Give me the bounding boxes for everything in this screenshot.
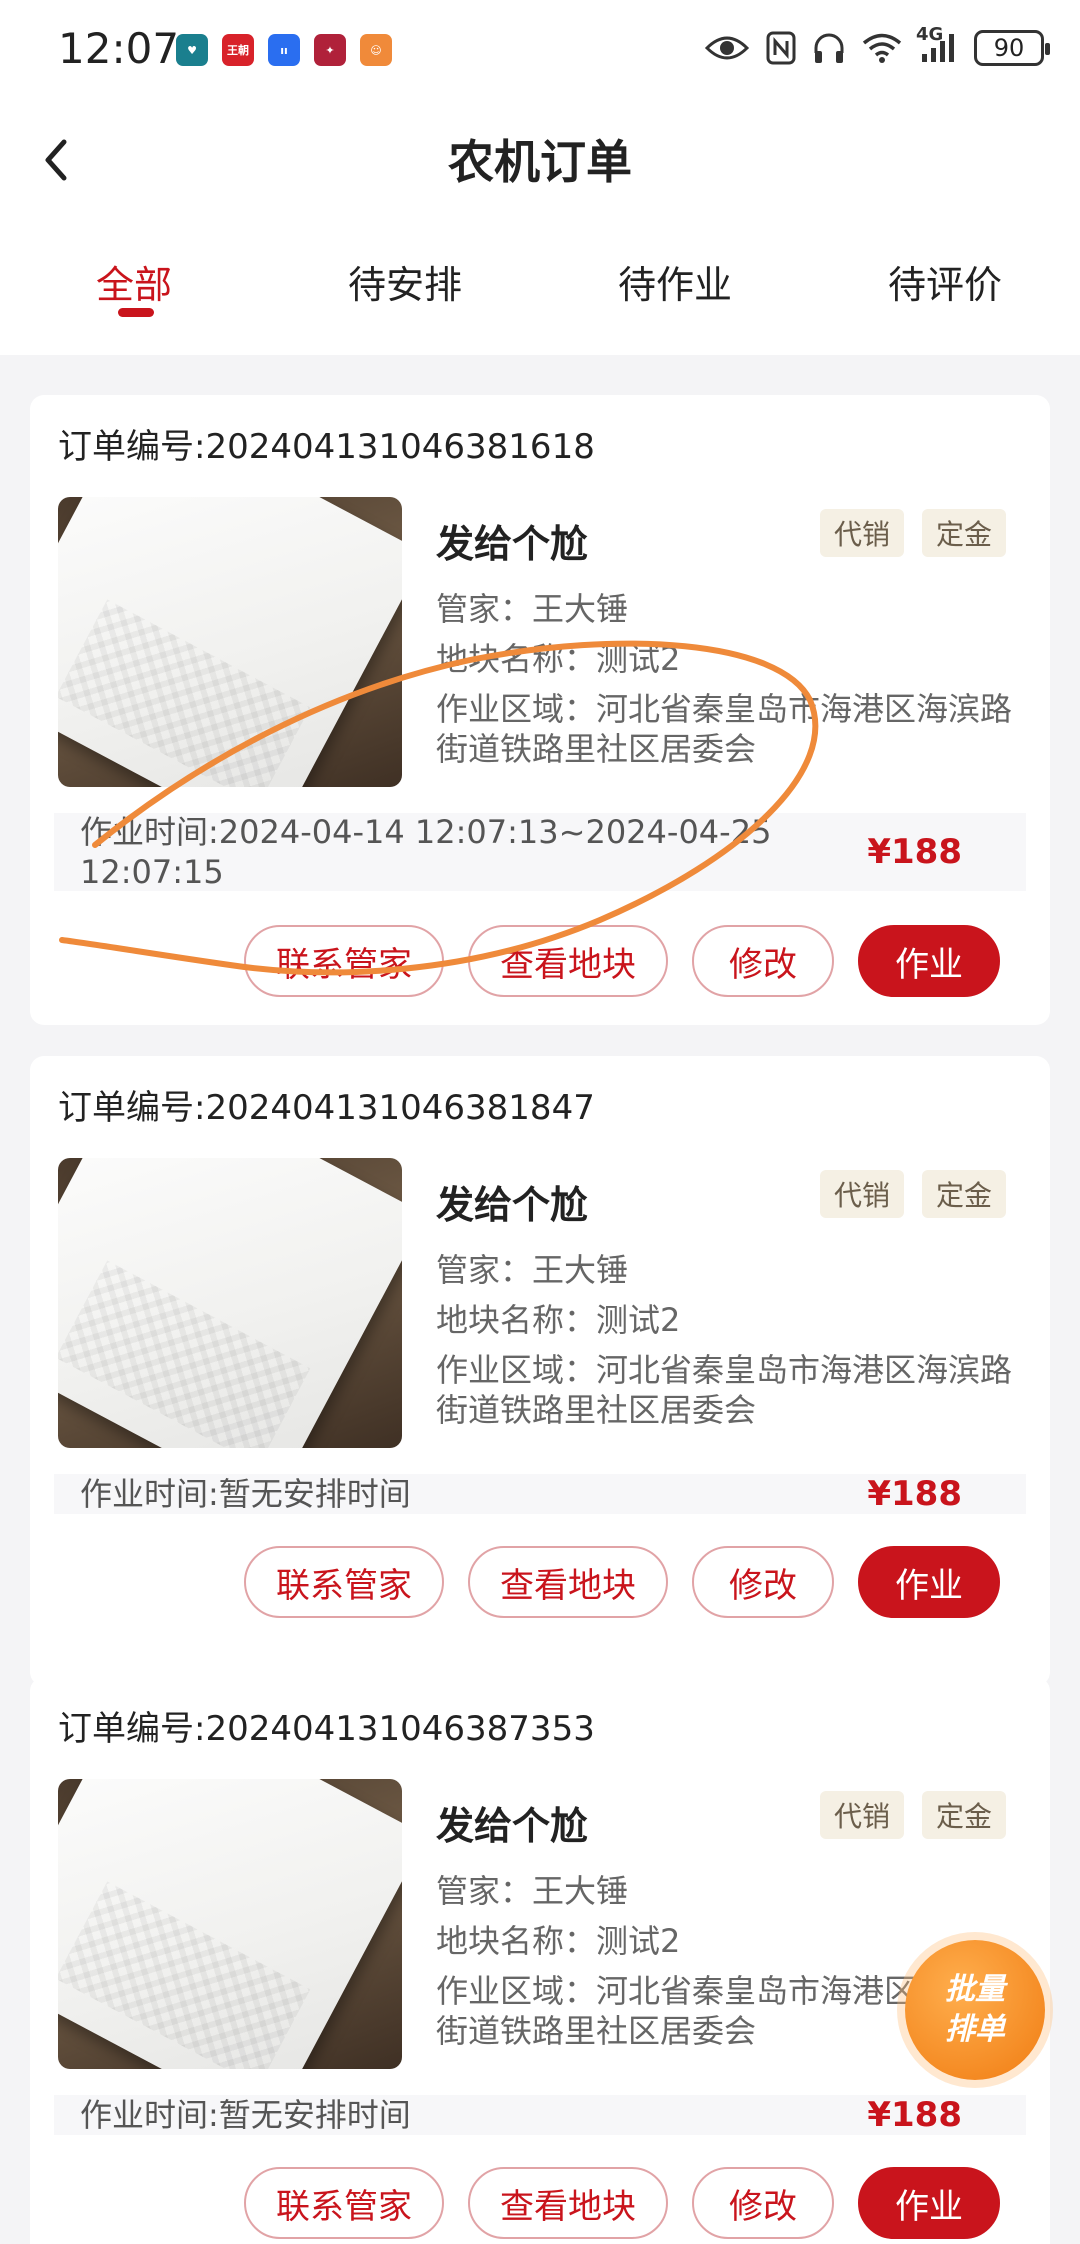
network-type-label: 4G (916, 24, 944, 45)
view-plot-button[interactable]: 查看地块 (468, 1546, 668, 1618)
active-tab-indicator (118, 308, 154, 317)
battery-icon: 90 (974, 30, 1050, 66)
tab-pending-arrangement[interactable]: 待安排 (348, 254, 462, 309)
work-button[interactable]: 作业 (858, 925, 1000, 997)
work-area-text: 作业区域：河北省秦皇岛市海港区海滨路街道铁路里社区居委会 (436, 1351, 1013, 1429)
view-plot-button[interactable]: 查看地块 (468, 2167, 668, 2239)
health-app-icon: ♥ (176, 34, 208, 66)
product-name: 发给个尬 (436, 522, 589, 566)
tab-all[interactable]: 全部 (96, 254, 172, 309)
work-time-row: 作业时间:暂无安排时间 ¥188 (54, 2095, 1026, 2135)
status-bar: 12:07 ♥ 王朝 ıı ✦ ☺ 4G 90 (0, 0, 1080, 100)
tag-consignment: 代销 (820, 509, 905, 557)
tag-deposit: 定金 (922, 1791, 1007, 1839)
manager-info: 管家：王大锤 (436, 1251, 629, 1289)
status-time: 12:07 (58, 24, 180, 73)
batch-schedule-label-line1: 批量 (945, 1972, 1005, 2007)
product-name: 发给个尬 (436, 1804, 589, 1848)
order-number: 订单编号:20240413104638184‌7 (58, 1088, 595, 1128)
page-title: 农机订单 (448, 135, 632, 189)
batch-schedule-button[interactable]: 批量 排单 (905, 1940, 1045, 2080)
work-time-row: 作业时间:暂无安排时间 ¥188 (54, 1474, 1026, 1514)
notification-app-icons: ♥ 王朝 ıı ✦ ☺ (176, 34, 392, 66)
order-number: 订单编号:20240413104638161‌8 (58, 427, 595, 467)
order-price: ¥188 (867, 832, 962, 872)
product-image[interactable] (58, 1158, 402, 1448)
tag-consignment: 代销 (820, 1170, 905, 1218)
work-time-text: 作业时间:暂无安排时间 (80, 2096, 411, 2134)
tab-pending-review[interactable]: 待评价 (888, 254, 1002, 309)
wangchao-app-icon: 王朝 (222, 34, 254, 66)
view-plot-button[interactable]: 查看地块 (468, 925, 668, 997)
tag-consignment: 代销 (820, 1791, 905, 1839)
work-area-text: 作业区域：河北省秦皇岛市海港区海滨路街道铁路里社区居委会 (436, 690, 1013, 768)
tab-pending-work[interactable]: 待作业 (618, 254, 732, 309)
eye-icon (704, 33, 750, 63)
manager-info: 管家：王大锤 (436, 1872, 629, 1910)
game-app-icon: ✦ (314, 34, 346, 66)
contact-manager-button[interactable]: 联系管家 (244, 925, 444, 997)
order-price: ¥188 (867, 1474, 962, 1514)
work-button[interactable]: 作业 (858, 2167, 1000, 2239)
work-time-row: 作业时间:2024-04-14 12:07:13~2024-04-25 12:0… (54, 813, 1026, 891)
shop-app-icon: ☺ (360, 34, 392, 66)
order-status-tabs: 全部 待安排 待作业 待评价 (0, 220, 1080, 355)
tag-deposit: 定金 (922, 1170, 1007, 1218)
order-card: 订单编号:20240413104638184‌7 发给个尬 代销 定金 管家：王… (30, 1056, 1050, 1686)
contact-manager-button[interactable]: 联系管家 (244, 1546, 444, 1618)
order-number: 订单编号:20240413104638735‌3 (58, 1709, 595, 1749)
contact-manager-button[interactable]: 联系管家 (244, 2167, 444, 2239)
plot-name-info: 地块名称：测试2 (436, 1922, 681, 1960)
product-name: 发给个尬 (436, 1183, 589, 1227)
plot-name-info: 地块名称：测试2 (436, 1301, 681, 1339)
plot-name-info: 地块名称：测试2 (436, 640, 681, 678)
edit-button[interactable]: 修改 (692, 925, 834, 997)
edit-button[interactable]: 修改 (692, 1546, 834, 1618)
nfc-icon (766, 31, 796, 65)
work-time-text: 作业时间:暂无安排时间 (80, 1475, 411, 1513)
order-card: 订单编号:20240413104638161‌8 发给个尬 代销 定金 管家：王… (30, 395, 1050, 1025)
navigation-bar: 农机订单 (0, 100, 1080, 220)
tag-deposit: 定金 (922, 509, 1007, 557)
work-time-text: 作业时间:2024-04-14 12:07:13~2024-04-25 12:0… (80, 813, 772, 891)
work-button[interactable]: 作业 (858, 1546, 1000, 1618)
manager-info: 管家：王大锤 (436, 590, 629, 628)
order-price: ¥188 (867, 2095, 962, 2135)
work-area-info: 作业区域：河北省秦皇岛市海港区海滨路街道铁路里社区居委会 (436, 689, 1016, 769)
signal-icon: 4G (916, 26, 958, 64)
headphones-icon (812, 31, 846, 65)
work-area-info: 作业区域：河北省秦皇岛市海港区海滨路街道铁路里社区居委会 (436, 1350, 1016, 1430)
order-card: 订单编号:20240413104638735‌3 发给个尬 代销 定金 管家：王… (30, 1677, 1050, 2244)
system-icons: 4G 90 (704, 26, 1050, 66)
edit-button[interactable]: 修改 (692, 2167, 834, 2239)
wifi-icon (862, 32, 902, 64)
batch-schedule-label-line2: 排单 (945, 2012, 1005, 2047)
product-image[interactable] (58, 497, 402, 787)
voice-app-icon: ıı (268, 34, 300, 66)
product-image[interactable] (58, 1779, 402, 2069)
